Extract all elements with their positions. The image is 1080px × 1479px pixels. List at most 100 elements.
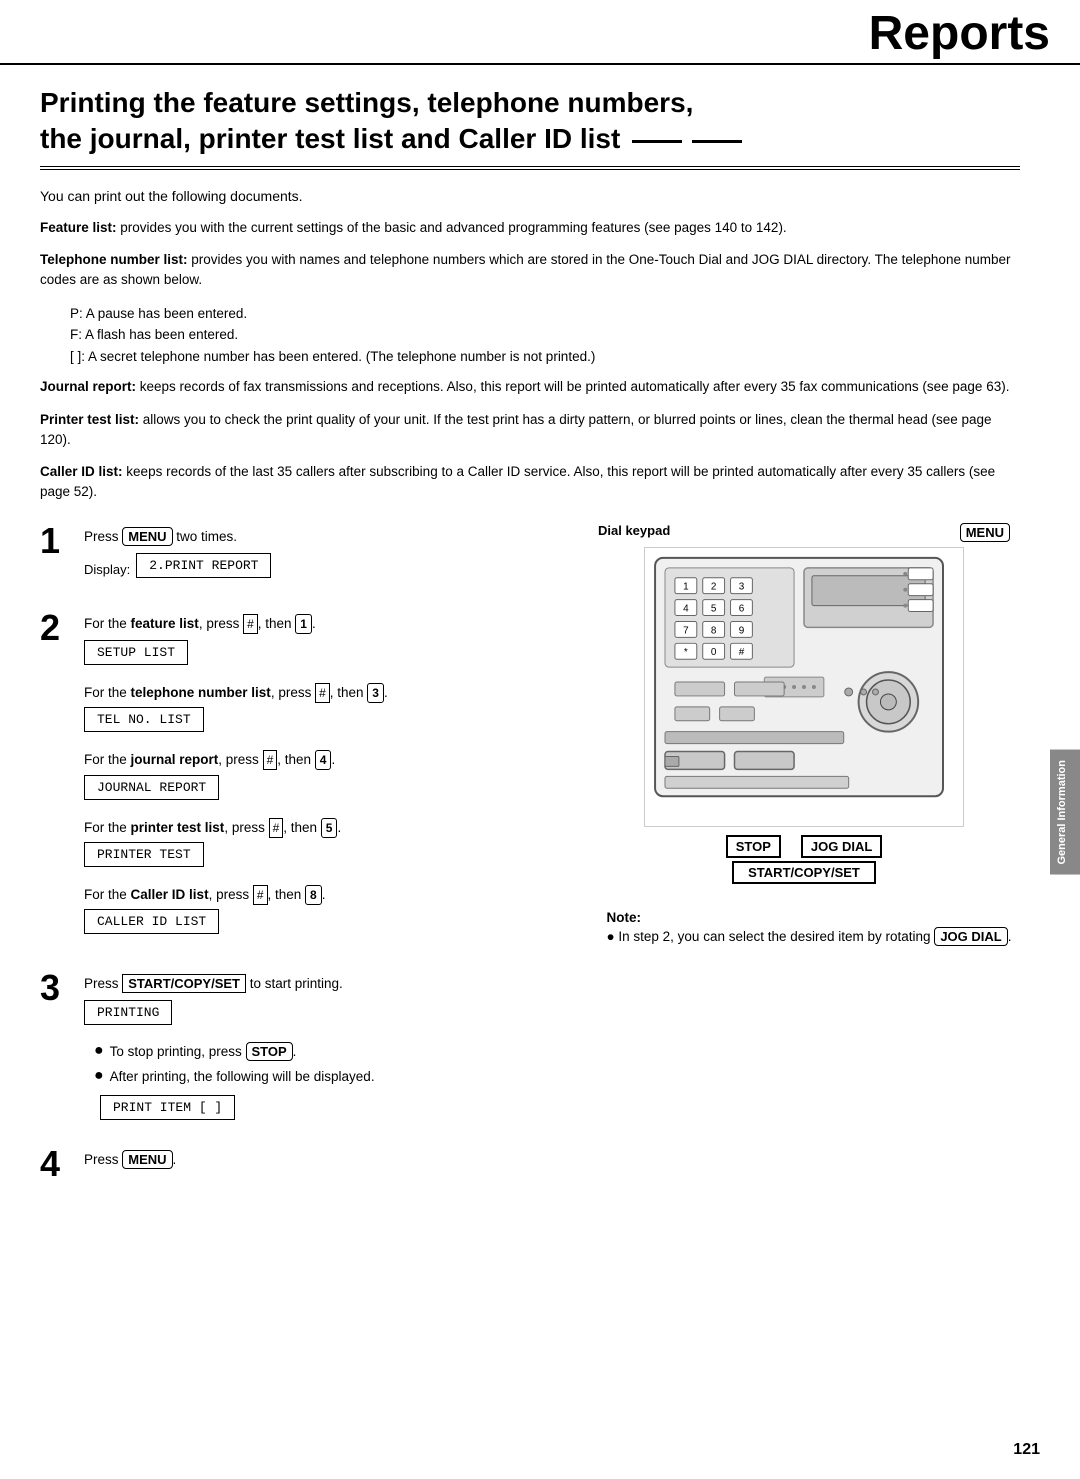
step-2-text: For the feature list, press #, then 1.: [84, 614, 568, 634]
stop-button-label: STOP: [726, 835, 781, 858]
svg-text:3: 3: [739, 581, 745, 592]
step-3-text: Press START/COPY/SET to start printing.: [84, 974, 568, 994]
svg-text:2: 2: [711, 581, 717, 592]
step-4-content: Press MENU.: [84, 1146, 568, 1176]
svg-text:*: *: [684, 647, 688, 658]
caller-id-text: keeps records of the last 35 callers aft…: [40, 464, 995, 499]
feature-list-term: Feature list:: [40, 220, 117, 235]
diagram-labels: Dial keypad MENU: [588, 523, 1020, 542]
main-content: Printing the feature settings, telephone…: [0, 65, 1080, 1230]
header-title: Reports: [869, 10, 1050, 63]
print-item-display: PRINT ITEM [ ]: [100, 1095, 235, 1120]
printer-test-text: allows you to check the print quality of…: [40, 412, 992, 447]
step-1: 1 Press MENU two times. Display: 2.PRINT…: [40, 523, 568, 592]
tel-code-f: F: A flash has been entered.: [70, 324, 1020, 346]
note-text: ● In step 2, you can select the desired …: [606, 929, 1011, 944]
printer-test-section: Printer test list: allows you to check t…: [40, 410, 1020, 451]
step-1-number: 1: [40, 523, 72, 559]
page-number: 121: [1013, 1441, 1040, 1459]
note-section: Note: ● In step 2, you can select the de…: [596, 910, 1011, 944]
sub-step-journal: For the journal report, press #, then 4.…: [84, 750, 568, 807]
start-copy-set-button-label: START/COPY/SET: [732, 861, 876, 884]
num-key-8: 8: [305, 885, 322, 905]
journal-report-section: Journal report: keeps records of fax tra…: [40, 377, 1020, 397]
step-3: 3 Press START/COPY/SET to start printing…: [40, 970, 568, 1128]
steps-column: 1 Press MENU two times. Display: 2.PRINT…: [40, 523, 568, 1201]
tel-number-term: Telephone number list:: [40, 252, 188, 267]
title-line1: Printing the feature settings, telephone…: [40, 87, 693, 118]
tel-code-list: P: A pause has been entered. F: A flash …: [70, 303, 1020, 368]
step-2-content: For the feature list, press #, then 1. S…: [84, 610, 568, 952]
svg-text:#: #: [739, 647, 745, 658]
journal-display-value: JOURNAL REPORT: [84, 775, 219, 800]
feature-list-section: Feature list: provides you with the curr…: [40, 218, 1020, 238]
step-1-display-value: 2.PRINT REPORT: [136, 553, 271, 578]
bullet-stop: ● To stop printing, press STOP.: [94, 1041, 568, 1064]
svg-text:0: 0: [711, 647, 717, 658]
journal-report-text: keeps records of fax transmissions and r…: [140, 379, 1010, 394]
hash-key-5: #: [253, 885, 268, 905]
svg-text:7: 7: [683, 625, 689, 636]
side-tab-text: General Information: [1056, 760, 1068, 865]
hash-key-2: #: [315, 683, 330, 703]
step-2: 2 For the feature list, press #, then 1.…: [40, 610, 568, 952]
dial-keypad-label: Dial keypad: [598, 523, 670, 542]
jog-dial-button-label: JOG DIAL: [801, 835, 882, 858]
hash-key-3: #: [263, 750, 278, 770]
step-3-number: 3: [40, 970, 72, 1006]
fax-diagram: Dial keypad MENU 1: [588, 523, 1020, 880]
svg-text:5: 5: [711, 603, 717, 614]
menu-diagram-label: MENU: [960, 523, 1010, 542]
printer-test-term: Printer test list:: [40, 412, 139, 427]
step-1-text: Press MENU two times.: [84, 527, 568, 547]
intro-text: You can print out the following document…: [40, 188, 1020, 204]
step-3-content: Press START/COPY/SET to start printing. …: [84, 970, 568, 1128]
num-key-5: 5: [321, 818, 338, 838]
after-print-text: After printing, the following will be di…: [110, 1066, 375, 1089]
svg-text:8: 8: [711, 625, 717, 636]
step-4-text: Press MENU.: [84, 1150, 568, 1170]
step-2-number: 2: [40, 610, 72, 646]
title-line2: the journal, printer test list and Calle…: [40, 123, 620, 154]
two-col-layout: 1 Press MENU two times. Display: 2.PRINT…: [40, 523, 1020, 1201]
tel-number-section: Telephone number list: provides you with…: [40, 250, 1020, 291]
side-tab: General Information: [1050, 750, 1080, 875]
display-label: Display:: [84, 562, 130, 577]
note-title: Note:: [606, 910, 1011, 925]
journal-report-term: Journal report:: [40, 379, 136, 394]
step-1-content: Press MENU two times. Display: 2.PRINT R…: [84, 523, 568, 592]
step-3-bullets: ● To stop printing, press STOP. ● After …: [94, 1041, 568, 1089]
step-2-display-value: SETUP LIST: [84, 640, 188, 665]
stop-jog-row: STOP JOG DIAL: [726, 835, 883, 858]
hash-key-4: #: [269, 818, 284, 838]
diagram-column: Dial keypad MENU 1: [588, 523, 1020, 1201]
svg-text:4: 4: [683, 603, 689, 614]
fax-machine-illustration: 1 2 3 4 5 6 7 8: [644, 547, 964, 827]
tel-display-value: TEL NO. LIST: [84, 707, 204, 732]
num-key-3: 3: [367, 683, 384, 703]
start-copy-set-button-ref: START/COPY/SET: [122, 974, 246, 993]
sub-step-tel: For the telephone number list, press #, …: [84, 683, 568, 740]
step-4: 4 Press MENU.: [40, 1146, 568, 1182]
caller-id-term: Caller ID list:: [40, 464, 123, 479]
sub-step-printer: For the printer test list, press #, then…: [84, 818, 568, 875]
start-copy-row: START/COPY/SET: [732, 864, 876, 880]
jog-dial-note-ref: JOG DIAL: [934, 927, 1007, 946]
tel-code-bracket: [ ]: A secret telephone number has been …: [70, 346, 1020, 368]
menu-button-ref: MENU: [122, 527, 172, 546]
svg-text:9: 9: [739, 625, 745, 636]
svg-text:1: 1: [683, 581, 689, 592]
page-header: Reports: [0, 0, 1080, 65]
menu-button-ref-2: MENU: [122, 1150, 172, 1169]
page-title: Printing the feature settings, telephone…: [40, 85, 1020, 170]
step-3-display-value: PRINTING: [84, 1000, 172, 1025]
caller-display-value: CALLER ID LIST: [84, 909, 219, 934]
stop-button-ref: STOP: [246, 1042, 293, 1061]
tel-code-p: P: A pause has been entered.: [70, 303, 1020, 325]
hash-key-1: #: [243, 614, 258, 634]
printer-display-value: PRINTER TEST: [84, 842, 204, 867]
sub-step-caller: For the Caller ID list, press #, then 8.…: [84, 885, 568, 942]
bullet-after: ● After printing, the following will be …: [94, 1066, 568, 1089]
num-key-4: 4: [315, 750, 332, 770]
step-1-display-row: Display: 2.PRINT REPORT: [84, 553, 568, 586]
